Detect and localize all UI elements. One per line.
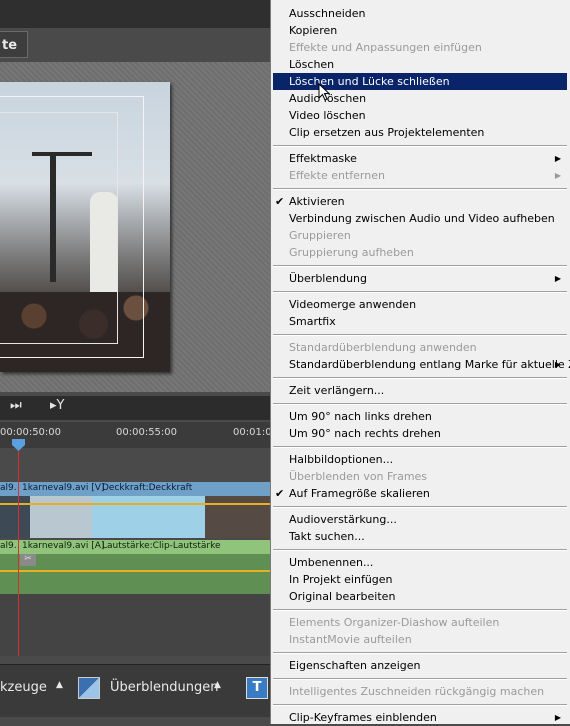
empty-tracks-area — [0, 594, 270, 656]
menu-item-delete-video[interactable]: Video löschen — [273, 107, 567, 124]
submenu-arrow-icon: ▶ — [554, 171, 561, 180]
menu-separator — [273, 377, 567, 379]
timeline-ruler[interactable]: 00:00:50:00 00:00:55:00 00:01:0 — [0, 422, 272, 448]
menu-item-rotate-right[interactable]: Um 90° nach rechts drehen — [273, 425, 567, 442]
step-forward-icon[interactable]: ⏭ — [10, 398, 22, 413]
menu-item-unlink-av[interactable]: Verbindung zwischen Audio und Video aufh… — [273, 210, 567, 227]
menu-item-delete[interactable]: Löschen — [273, 56, 567, 73]
menu-item-cut[interactable]: Ausschneiden — [273, 5, 567, 22]
menu-separator — [273, 265, 567, 267]
submenu-arrow-icon: ▶ — [554, 360, 561, 369]
menu-item-rename[interactable]: Umbenennen... — [273, 554, 567, 571]
audio-clip-header[interactable]: al9. 1karneval9.avi [A] Lautstärke:Clip-… — [0, 540, 270, 554]
volume-rubberband[interactable] — [0, 570, 270, 572]
clip-context-menu: Ausschneiden Kopieren Effekte und Anpass… — [270, 0, 570, 724]
transitions-icon[interactable] — [78, 677, 100, 699]
menu-item-copy[interactable]: Kopieren — [273, 22, 567, 39]
menu-item-paste-effects[interactable]: Effekte und Anpassungen einfügen — [273, 39, 567, 56]
menu-separator — [273, 291, 567, 293]
menu-separator — [273, 145, 567, 147]
menu-separator — [273, 506, 567, 508]
ruler-tick-label: 00:00:50:00 — [0, 427, 62, 438]
menu-separator — [273, 188, 567, 190]
bottom-task-bar: kzeuge ▲ Überblendungen ▲ T — [0, 664, 270, 717]
menu-separator — [273, 549, 567, 551]
menu-separator — [273, 334, 567, 336]
menu-separator — [273, 446, 567, 448]
menu-item-split-instantmovie[interactable]: InstantMovie aufteilen — [273, 631, 567, 648]
menu-separator — [273, 678, 567, 680]
menu-item-reveal-in-project[interactable]: In Projekt einfügen — [273, 571, 567, 588]
menu-item-smartfix[interactable]: Smartfix — [273, 313, 567, 330]
menu-item-enable[interactable]: ✔ Aktivieren — [273, 193, 567, 210]
playhead-handle[interactable] — [12, 439, 25, 451]
checkmark-icon: ✔ — [275, 487, 285, 500]
tools-button[interactable]: kzeuge — [0, 680, 47, 695]
menu-separator — [273, 704, 567, 706]
menu-item-edit-original[interactable]: Original bearbeiten — [273, 588, 567, 605]
submenu-arrow-icon: ▶ — [554, 274, 561, 283]
playhead-line — [18, 448, 19, 656]
menu-item-frame-blend[interactable]: Überblenden von Frames — [273, 468, 567, 485]
submenu-arrow-icon: ▶ — [554, 154, 561, 163]
video-preview-frame — [0, 82, 170, 372]
menu-item-time-stretch[interactable]: Zeit verlängern... — [273, 382, 567, 399]
opacity-rubberband[interactable] — [0, 503, 270, 505]
scissors-icon[interactable]: ✂ — [20, 554, 36, 566]
video-clip-header[interactable]: al9. 1karneval9.avi [V] Deckkraft:Deckkr… — [0, 482, 270, 496]
menu-item-remove-effects[interactable]: Effekte entfernen ▶ — [273, 167, 567, 184]
menu-item-default-transition-cti[interactable]: Standardüberblendung entlang Marke für a… — [273, 356, 570, 373]
ruler-tick-label: 00:00:55:00 — [116, 427, 178, 438]
tools-dropdown-icon[interactable]: ▲ — [56, 680, 63, 690]
menu-item-transition[interactable]: Überblendung ▶ — [273, 270, 567, 287]
ruler-tick-label: 00:01:0 — [233, 427, 272, 438]
menu-item-videomerge[interactable]: Videomerge anwenden — [273, 296, 567, 313]
menu-item-show-clip-keyframes[interactable]: Clip-Keyframes einblenden ▶ — [273, 709, 567, 726]
mouse-cursor-icon — [318, 83, 330, 101]
marker-icon[interactable]: ▸Y — [50, 398, 64, 413]
menu-separator — [273, 403, 567, 405]
menu-separator — [273, 652, 567, 654]
menu-item-replace-clip[interactable]: Clip ersetzen aus Projektelementen — [273, 124, 567, 141]
audio-clip-waveform[interactable] — [0, 554, 270, 594]
transitions-dropdown-icon[interactable]: ▲ — [214, 680, 221, 690]
transport-bar: ⏭ ▸Y — [0, 396, 270, 420]
video-property-dropdown[interactable]: Deckkraft:Deckkraft — [102, 483, 192, 493]
checkmark-icon: ✔ — [275, 195, 285, 208]
menu-item-scale-to-frame[interactable]: ✔ Auf Framegröße skalieren — [273, 485, 567, 502]
menu-separator — [273, 609, 567, 611]
menu-item-apply-default-transition[interactable]: Standardüberblendung anwenden — [273, 339, 567, 356]
submenu-arrow-icon: ▶ — [554, 713, 561, 722]
transitions-button[interactable]: Überblendungen — [110, 680, 218, 695]
menu-item-split-slideshow[interactable]: Elements Organizer-Diashow aufteilen — [273, 614, 567, 631]
menu-item-field-options[interactable]: Halbbildoptionen... — [273, 451, 567, 468]
audio-property-dropdown[interactable]: Lautstärke:Clip-Lautstärke — [102, 541, 221, 551]
menu-item-ungroup[interactable]: Gruppierung aufheben — [273, 244, 567, 261]
menu-item-audio-gain[interactable]: Audioverstärkung... — [273, 511, 567, 528]
text-tool-icon[interactable]: T — [246, 677, 268, 699]
action-safe-outline — [0, 112, 118, 344]
menu-item-rotate-left[interactable]: Um 90° nach links drehen — [273, 408, 567, 425]
menu-item-show-properties[interactable]: Eigenschaften anzeigen — [273, 657, 567, 674]
menu-item-effect-mask[interactable]: Effektmaske ▶ — [273, 150, 567, 167]
menu-item-detect-beats[interactable]: Takt suchen... — [273, 528, 567, 545]
top-tab-button[interactable]: te — [0, 31, 28, 58]
menu-item-undo-smart-trim[interactable]: Intelligentes Zuschneiden rückgängig mac… — [273, 683, 567, 700]
menu-item-group[interactable]: Gruppieren — [273, 227, 567, 244]
